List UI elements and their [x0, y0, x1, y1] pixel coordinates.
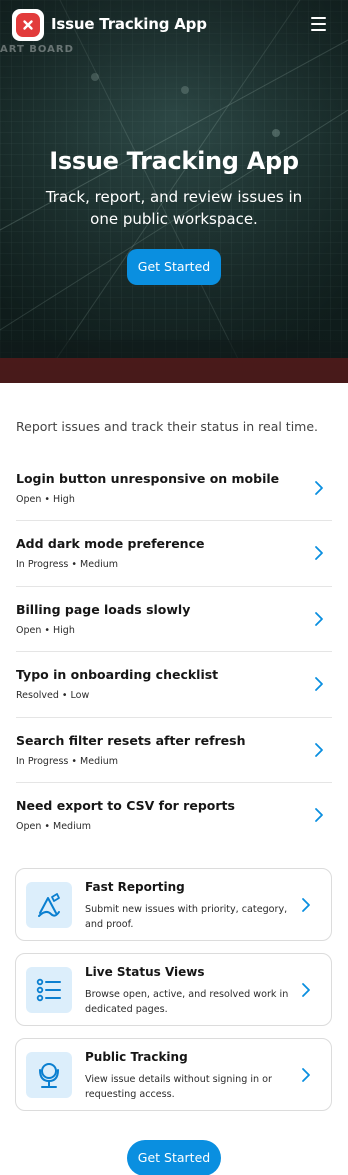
chevron-right-icon	[315, 611, 323, 626]
issue-title: Search filter resets after refresh	[16, 732, 246, 748]
issue-status-priority: Open • Medium	[16, 820, 92, 832]
issue-row[interactable]: Typo in onboarding checklist Resolved • …	[16, 652, 332, 718]
logo-badge	[16, 13, 40, 37]
pen-tool-icon	[26, 882, 72, 928]
issue-title: Login button unresponsive on mobile	[16, 471, 280, 486]
feature-card-live-status[interactable]: Live Status Views Browse open, active, a…	[15, 953, 332, 1026]
app-logo[interactable]	[12, 9, 44, 41]
chevron-right-icon	[315, 546, 323, 561]
issue-title: Typo in onboarding checklist	[16, 667, 219, 683]
feature-description: View issue details without signing in or…	[85, 1074, 272, 1100]
issue-status-priority: Open • High	[16, 494, 75, 505]
chevron-right-icon	[315, 808, 323, 822]
issue-status-priority: Open • High	[16, 624, 75, 636]
chevron-right-icon	[315, 481, 323, 495]
issue-list: Login button unresponsive on mobile Open…	[16, 456, 332, 848]
issue-status-priority: In Progress • Medium	[16, 755, 119, 767]
issue-row[interactable]: Add dark mode preference In Progress • M…	[16, 521, 332, 587]
chevron-right-icon	[315, 742, 323, 757]
feature-title: Public Tracking	[85, 1050, 188, 1064]
close-x-icon	[23, 20, 33, 30]
hero-subtitle: Track, report, and review issues in one …	[45, 188, 303, 228]
list-icon	[26, 967, 72, 1013]
chevron-right-icon	[302, 1068, 310, 1082]
feature-description: Browse open, active, and resolved work i…	[85, 989, 289, 1015]
brand-name[interactable]: Issue Tracking App	[51, 15, 207, 33]
feature-card-fast-reporting[interactable]: Fast Reporting Submit new issues with pr…	[15, 868, 332, 941]
issue-status-priority: In Progress • Medium	[16, 559, 119, 571]
issue-row[interactable]: Search filter resets after refresh In Pr…	[16, 718, 332, 783]
issue-title: Add dark mode preference	[16, 536, 205, 552]
get-started-button[interactable]: Get Started	[127, 249, 221, 285]
intro-text: Report issues and track their status in …	[16, 419, 319, 434]
issue-status-priority: Resolved • Low	[16, 690, 90, 702]
chevron-right-icon	[315, 677, 323, 692]
get-started-bottom-button[interactable]: Get Started	[127, 1140, 221, 1175]
globe-stand-icon	[26, 1052, 72, 1098]
hero-title: Issue Tracking App	[49, 147, 299, 175]
issue-row[interactable]: Billing page loads slowly Open • High	[16, 587, 332, 653]
top-navigation-bar: Issue Tracking App	[0, 0, 348, 50]
feature-description: Submit new issues with priority, categor…	[85, 904, 288, 930]
issue-row[interactable]: Need export to CSV for reports Open • Me…	[16, 783, 332, 848]
hero-section: ART BOARD Issue Tracking App Issue Track…	[0, 0, 348, 383]
hamburger-menu-icon[interactable]	[308, 13, 330, 35]
feature-title: Live Status Views	[85, 965, 205, 979]
issue-title: Billing page loads slowly	[16, 601, 191, 617]
feature-card-public-tracking[interactable]: Public Tracking View issue details witho…	[15, 1038, 332, 1111]
issue-title: Need export to CSV for reports	[16, 797, 235, 813]
chevron-right-icon	[302, 983, 310, 997]
feature-title: Fast Reporting	[85, 880, 185, 894]
chevron-right-icon	[302, 898, 310, 912]
issue-row[interactable]: Login button unresponsive on mobile Open…	[16, 456, 332, 522]
